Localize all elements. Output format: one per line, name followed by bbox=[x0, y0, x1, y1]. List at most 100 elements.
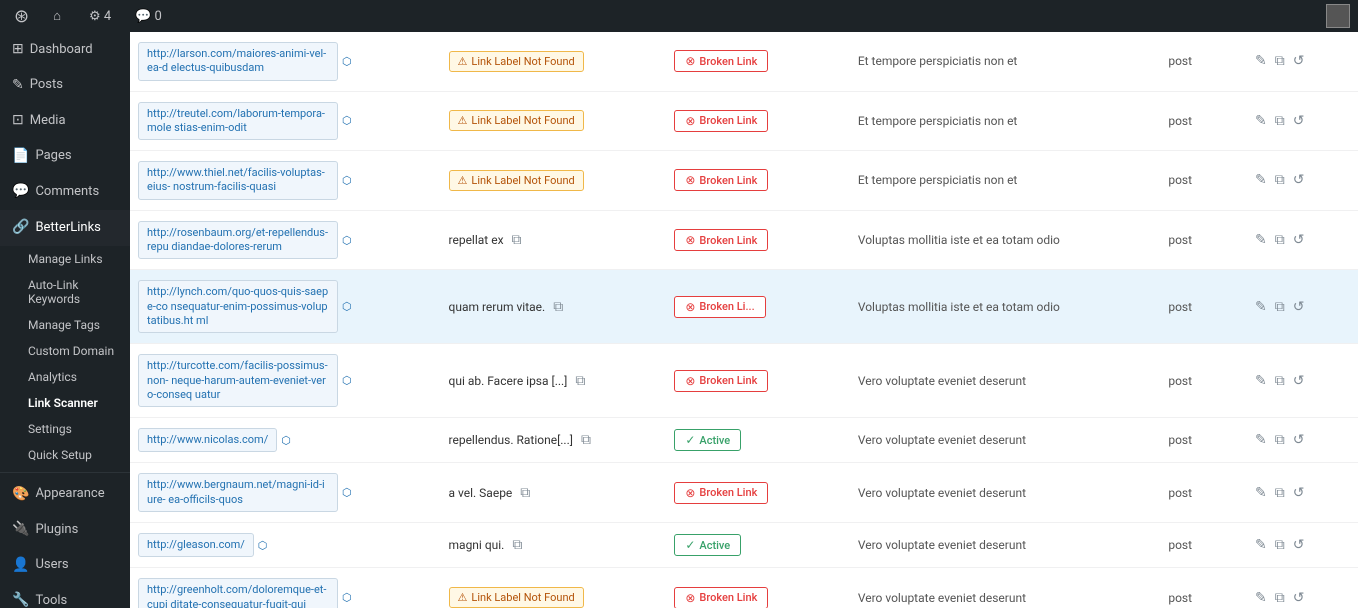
post-type: post bbox=[1168, 374, 1192, 388]
sidebar-sub-custom-domain[interactable]: Custom Domain bbox=[0, 338, 130, 364]
external-link-icon[interactable]: ⬡ bbox=[342, 300, 352, 313]
edit-icon[interactable]: ✎ bbox=[1253, 588, 1269, 608]
external-icon[interactable]: ⧉ bbox=[1273, 170, 1287, 190]
external-link-icon[interactable]: ⬡ bbox=[342, 486, 352, 499]
sidebar-item-betterlinks[interactable]: 🔗 BetterLinks bbox=[0, 210, 130, 246]
external-icon[interactable]: ⧉ bbox=[1273, 230, 1287, 250]
url-cell: http://www.nicolas.com/ ⬡ bbox=[138, 428, 433, 452]
sidebar-label-appearance: Appearance bbox=[35, 485, 104, 503]
sidebar-item-pages[interactable]: 📄 Pages bbox=[0, 139, 130, 175]
external-icon[interactable]: ⧉ bbox=[1273, 588, 1287, 608]
url-value: http://rosenbaum.org/et-repellendus-repu… bbox=[138, 221, 338, 260]
avatar[interactable] bbox=[1326, 4, 1350, 28]
external-icon[interactable]: ⧉ bbox=[1273, 51, 1287, 71]
edit-icon[interactable]: ✎ bbox=[1253, 297, 1269, 317]
edit-icon[interactable]: ✎ bbox=[1253, 51, 1269, 71]
sidebar-item-media[interactable]: ⊡ Media bbox=[0, 103, 130, 139]
url-cell: http://rosenbaum.org/et-repellendus-repu… bbox=[138, 221, 433, 260]
warning-icon: ⚠ bbox=[458, 114, 468, 127]
action-icons: ✎ ⧉ ↺ bbox=[1253, 111, 1350, 131]
external-icon[interactable]: ⧉ bbox=[1273, 111, 1287, 131]
edit-icon[interactable]: ✎ bbox=[1253, 170, 1269, 190]
copy-icon[interactable]: ⧉ bbox=[575, 373, 585, 389]
refresh-icon[interactable]: ↺ bbox=[1291, 535, 1307, 555]
refresh-icon[interactable]: ↺ bbox=[1291, 430, 1307, 450]
status-text: Broken Link bbox=[699, 114, 757, 127]
wp-logo[interactable]: ⊛ bbox=[8, 0, 35, 32]
comments-icon[interactable]: 💬 0 bbox=[129, 0, 168, 32]
sidebar-label-pages: Pages bbox=[35, 147, 71, 165]
external-link-icon[interactable]: ⬡ bbox=[342, 234, 352, 247]
status-badge-broken: ⊗ Broken Link bbox=[674, 370, 768, 392]
edit-icon[interactable]: ✎ bbox=[1253, 230, 1269, 250]
sidebar-item-posts[interactable]: ✎ Posts bbox=[0, 68, 130, 104]
appearance-icon: 🎨 bbox=[12, 485, 29, 505]
external-icon[interactable]: ⧉ bbox=[1273, 371, 1287, 391]
status-badge-active: ✓ Active bbox=[674, 429, 741, 451]
table-body: http://larson.com/maiores-animi-vel-ea-d… bbox=[130, 32, 1358, 608]
external-icon[interactable]: ⧉ bbox=[1273, 430, 1287, 450]
label-text: repellendus. Ratione[...] bbox=[449, 433, 573, 447]
copy-icon[interactable]: ⧉ bbox=[512, 232, 522, 248]
sidebar-sub-analytics[interactable]: Analytics bbox=[0, 364, 130, 390]
sidebar: ⊞ Dashboard ✎ Posts ⊡ Media 📄 Pages 💬 Co… bbox=[0, 32, 130, 608]
sidebar-item-tools[interactable]: 🔧 Tools bbox=[0, 583, 130, 608]
url-value: http://www.nicolas.com/ bbox=[138, 428, 277, 452]
external-icon[interactable]: ⧉ bbox=[1273, 483, 1287, 503]
refresh-icon[interactable]: ↺ bbox=[1291, 483, 1307, 503]
post-text: Vero voluptate eveniet deserunt bbox=[858, 538, 1026, 552]
external-link-icon[interactable]: ⬡ bbox=[342, 174, 352, 187]
label-cell: a vel. Saepe ⧉ bbox=[449, 485, 659, 501]
status-text: Active bbox=[699, 539, 730, 552]
label-text: repellat ex bbox=[449, 233, 504, 247]
external-link-icon[interactable]: ⬡ bbox=[342, 55, 352, 68]
sidebar-item-appearance[interactable]: 🎨 Appearance bbox=[0, 477, 130, 513]
sidebar-sub-manage-links[interactable]: Manage Links bbox=[0, 246, 130, 272]
refresh-icon[interactable]: ↺ bbox=[1291, 588, 1307, 608]
copy-icon[interactable]: ⧉ bbox=[520, 485, 530, 501]
external-link-icon[interactable]: ⬡ bbox=[258, 539, 268, 552]
sidebar-item-users[interactable]: 👤 Users bbox=[0, 548, 130, 584]
copy-icon[interactable]: ⧉ bbox=[512, 537, 522, 553]
copy-icon[interactable]: ⧉ bbox=[581, 432, 591, 448]
external-link-icon[interactable]: ⬡ bbox=[342, 114, 352, 127]
external-icon[interactable]: ⧉ bbox=[1273, 535, 1287, 555]
edit-icon[interactable]: ✎ bbox=[1253, 535, 1269, 555]
sidebar-sub-settings[interactable]: Settings bbox=[0, 416, 130, 442]
sidebar-label-comments: Comments bbox=[35, 183, 99, 201]
sidebar-sub-auto-link[interactable]: Auto-Link Keywords bbox=[0, 272, 130, 312]
refresh-icon[interactable]: ↺ bbox=[1291, 51, 1307, 71]
action-icons: ✎ ⧉ ↺ bbox=[1253, 297, 1350, 317]
external-icon[interactable]: ⧉ bbox=[1273, 297, 1287, 317]
media-icon: ⊡ bbox=[12, 111, 24, 131]
edit-icon[interactable]: ✎ bbox=[1253, 111, 1269, 131]
external-link-icon[interactable]: ⬡ bbox=[281, 434, 291, 447]
copy-icon[interactable]: ⧉ bbox=[553, 299, 563, 315]
url-value: http://www.thiel.net/facilis-voluptas-ei… bbox=[138, 161, 338, 200]
post-text: Voluptas mollitia iste et ea totam odio bbox=[858, 233, 1060, 247]
sidebar-item-dashboard[interactable]: ⊞ Dashboard bbox=[0, 32, 130, 68]
sidebar-sub-link-scanner[interactable]: Link Scanner bbox=[0, 390, 130, 416]
sidebar-item-plugins[interactable]: 🔌 Plugins bbox=[0, 512, 130, 548]
sidebar-item-comments[interactable]: 💬 Comments bbox=[0, 174, 130, 210]
refresh-icon[interactable]: ↺ bbox=[1291, 371, 1307, 391]
home-icon: ⌂ bbox=[53, 8, 61, 24]
new-content[interactable] bbox=[180, 0, 192, 32]
table-row: http://treutel.com/laborum-tempora-mole … bbox=[130, 91, 1358, 151]
sidebar-label-betterlinks: BetterLinks bbox=[35, 219, 100, 237]
edit-icon[interactable]: ✎ bbox=[1253, 371, 1269, 391]
refresh-icon[interactable]: ↺ bbox=[1291, 170, 1307, 190]
sidebar-sub-manage-tags[interactable]: Manage Tags bbox=[0, 312, 130, 338]
customize-icon[interactable]: ⚙ 4 bbox=[83, 0, 117, 32]
refresh-icon[interactable]: ↺ bbox=[1291, 230, 1307, 250]
edit-icon[interactable]: ✎ bbox=[1253, 483, 1269, 503]
refresh-icon[interactable]: ↺ bbox=[1291, 297, 1307, 317]
external-link-icon[interactable]: ⬡ bbox=[342, 374, 352, 387]
external-link-icon[interactable]: ⬡ bbox=[342, 591, 352, 604]
sidebar-sub-quick-setup[interactable]: Quick Setup bbox=[0, 442, 130, 468]
site-home[interactable]: ⌂ bbox=[47, 0, 71, 32]
edit-icon[interactable]: ✎ bbox=[1253, 430, 1269, 450]
label-text: quam rerum vitae. bbox=[449, 300, 546, 314]
label-text: Link Label Not Found bbox=[471, 591, 574, 604]
refresh-icon[interactable]: ↺ bbox=[1291, 111, 1307, 131]
